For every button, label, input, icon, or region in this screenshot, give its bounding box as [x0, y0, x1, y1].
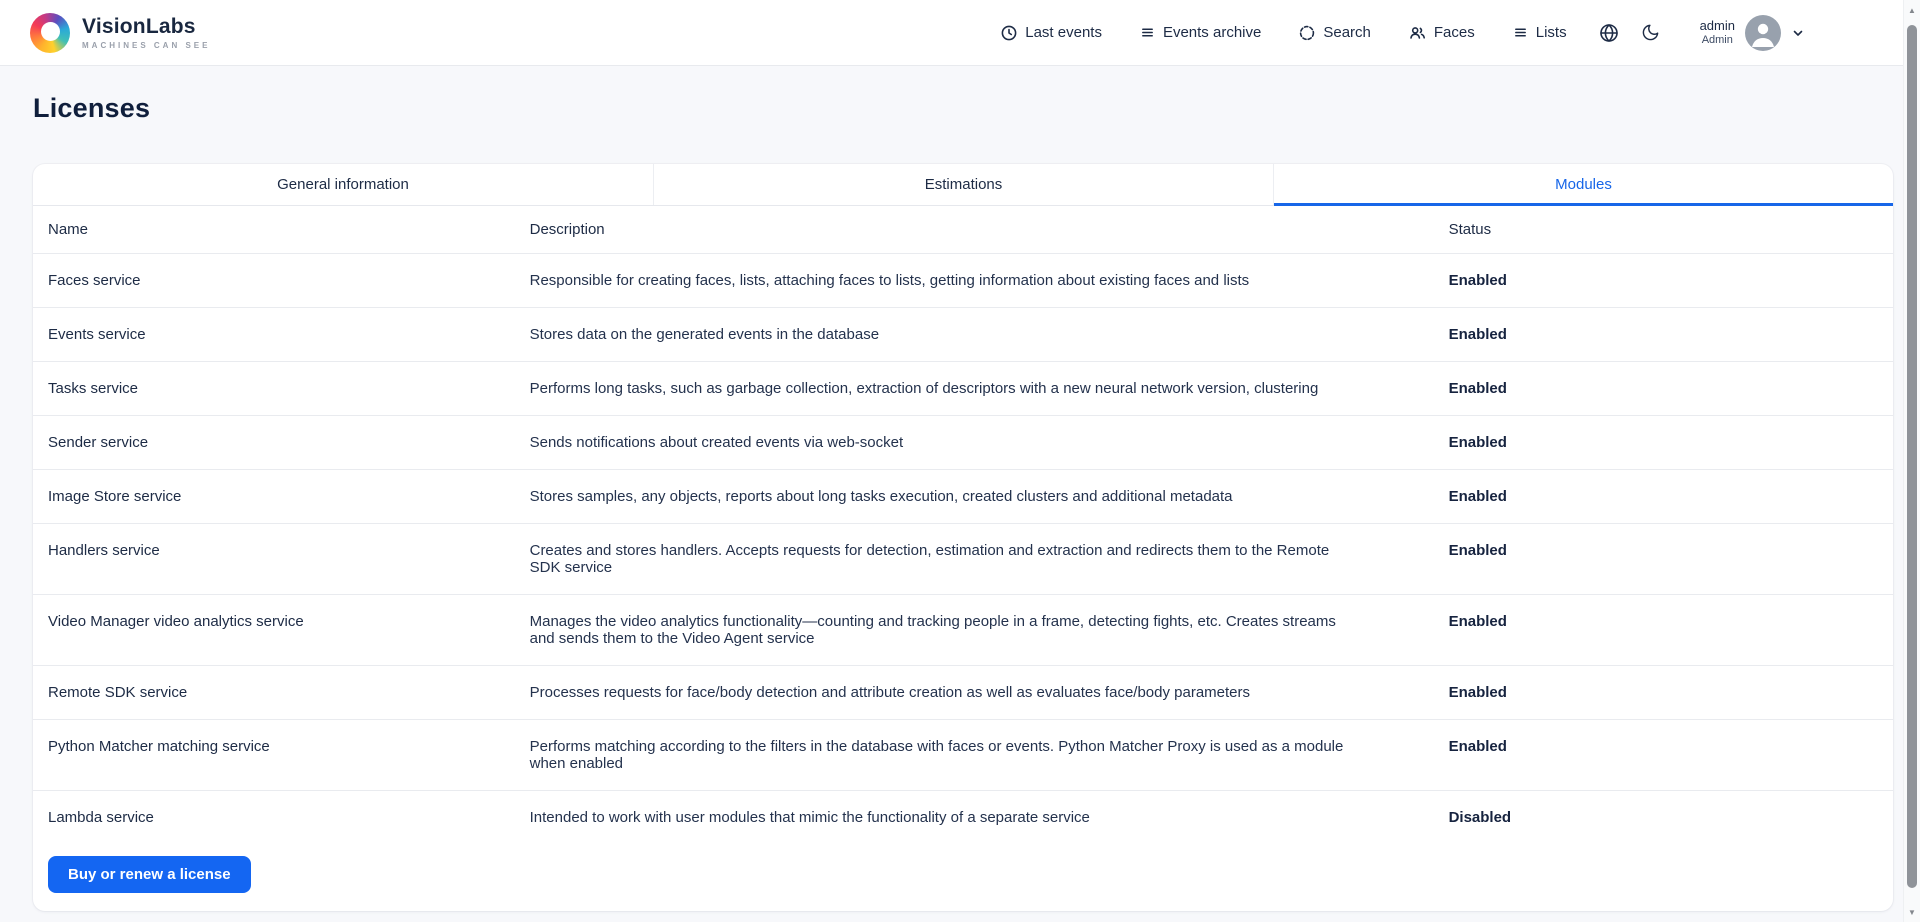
cell-status: Enabled [1434, 720, 1893, 790]
table-row: Sender service Sends notifications about… [33, 416, 1893, 470]
chevron-down-icon [1791, 26, 1805, 40]
nav-item-events-archive[interactable]: Events archive [1140, 24, 1261, 41]
cell-status: Disabled [1434, 791, 1893, 844]
nav-item-faces[interactable]: Faces [1409, 24, 1475, 41]
nav-label: Lists [1536, 24, 1567, 41]
theme-toggle-button[interactable] [1641, 23, 1660, 42]
brand-name: VisionLabs [82, 15, 210, 39]
brand-tagline: MACHINES CAN SEE [82, 41, 210, 50]
card-footer: Buy or renew a license [33, 844, 1893, 911]
cell-name: Events service [33, 308, 530, 361]
nav-label: Last events [1025, 24, 1102, 41]
modules-table-body: Faces service Responsible for creating f… [33, 254, 1893, 844]
table-row: Events service Stores data on the genera… [33, 308, 1893, 362]
app-header: VisionLabs MACHINES CAN SEE Last events … [0, 0, 1920, 66]
cell-name: Sender service [33, 416, 530, 469]
scrollbar-thumb[interactable] [1907, 25, 1917, 888]
nav-label: Faces [1434, 24, 1475, 41]
tab-modules[interactable]: Modules [1273, 164, 1893, 205]
table-row: Image Store service Stores samples, any … [33, 470, 1893, 524]
page-title: Licenses [33, 93, 1893, 124]
table-row: Lambda service Intended to work with use… [33, 791, 1893, 844]
cell-description: Manages the video analytics functionalit… [530, 595, 1434, 665]
vertical-scrollbar[interactable]: ▲ ▼ [1903, 0, 1920, 922]
column-header-description: Description [530, 206, 1434, 253]
column-header-name: Name [33, 206, 530, 253]
scroll-up-icon[interactable]: ▲ [1904, 2, 1920, 18]
cell-description: Performs matching according to the filte… [530, 720, 1434, 790]
cell-status: Enabled [1434, 308, 1893, 361]
tab-general-information[interactable]: General information [33, 164, 653, 205]
globe-icon [1599, 23, 1619, 43]
table-row: Handlers service Creates and stores hand… [33, 524, 1893, 595]
cell-description: Processes requests for face/body detecti… [530, 666, 1434, 719]
nav-item-search[interactable]: Search [1299, 24, 1371, 41]
nav-label: Events archive [1163, 24, 1261, 41]
cell-description: Creates and stores handlers. Accepts req… [530, 524, 1434, 594]
list-icon [1140, 25, 1155, 40]
main-content: Licenses General information Estimations… [0, 93, 1920, 911]
cell-description: Intended to work with user modules that … [530, 791, 1434, 844]
nav-item-lists[interactable]: Lists [1513, 24, 1567, 41]
tab-estimations[interactable]: Estimations [653, 164, 1273, 205]
scroll-down-icon[interactable]: ▼ [1904, 904, 1920, 920]
cell-name: Lambda service [33, 791, 530, 844]
cell-name: Remote SDK service [33, 666, 530, 719]
table-row: Video Manager video analytics service Ma… [33, 595, 1893, 666]
user-name: admin [1700, 18, 1735, 34]
user-role: Admin [1702, 34, 1733, 48]
tab-bar: General information Estimations Modules [33, 164, 1893, 206]
clock-icon [1001, 25, 1017, 41]
buy-license-button[interactable]: Buy or renew a license [48, 856, 251, 893]
cell-name: Tasks service [33, 362, 530, 415]
person-icon [1745, 15, 1781, 51]
cell-status: Enabled [1434, 524, 1893, 594]
cell-name: Faces service [33, 254, 530, 307]
cell-status: Enabled [1434, 595, 1893, 665]
table-header-row: Name Description Status [33, 206, 1893, 254]
language-globe-button[interactable] [1599, 23, 1619, 43]
cell-status: Enabled [1434, 416, 1893, 469]
nav-item-last-events[interactable]: Last events [1001, 24, 1102, 41]
cell-description: Stores samples, any objects, reports abo… [530, 470, 1434, 523]
cell-status: Enabled [1434, 666, 1893, 719]
cell-description: Stores data on the generated events in t… [530, 308, 1434, 361]
column-header-status: Status [1434, 206, 1893, 253]
cell-name: Python Matcher matching service [33, 720, 530, 790]
list-icon [1513, 25, 1528, 40]
moon-icon [1641, 23, 1660, 42]
cell-status: Enabled [1434, 254, 1893, 307]
brand-logo[interactable]: VisionLabs MACHINES CAN SEE [30, 13, 210, 53]
cell-name: Image Store service [33, 470, 530, 523]
table-row: Faces service Responsible for creating f… [33, 254, 1893, 308]
cell-description: Sends notifications about created events… [530, 416, 1434, 469]
cell-name: Handlers service [33, 524, 530, 594]
table-row: Tasks service Performs long tasks, such … [33, 362, 1893, 416]
focus-icon [1299, 25, 1315, 41]
cell-description: Performs long tasks, such as garbage col… [530, 362, 1434, 415]
table-row: Remote SDK service Processes requests fo… [33, 666, 1893, 720]
nav-label: Search [1323, 24, 1371, 41]
licenses-card: General information Estimations Modules … [33, 164, 1893, 911]
top-navigation: Last events Events archive Search Faces … [1001, 15, 1805, 51]
cell-status: Enabled [1434, 470, 1893, 523]
table-row: Python Matcher matching service Performs… [33, 720, 1893, 791]
header-controls [1599, 23, 1660, 43]
cell-name: Video Manager video analytics service [33, 595, 530, 665]
visionlabs-logo-icon [30, 13, 70, 53]
avatar [1745, 15, 1781, 51]
user-menu[interactable]: admin Admin [1700, 15, 1805, 51]
faces-icon [1409, 25, 1426, 41]
cell-description: Responsible for creating faces, lists, a… [530, 254, 1434, 307]
cell-status: Enabled [1434, 362, 1893, 415]
